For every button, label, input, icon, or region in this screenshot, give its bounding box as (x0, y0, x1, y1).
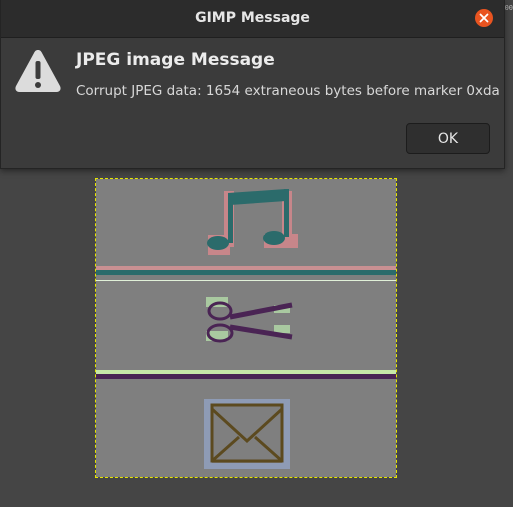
music-note-icon (207, 189, 298, 255)
separator-light (96, 280, 396, 281)
scissors-icon (206, 297, 293, 343)
dialog-titlebar[interactable]: GIMP Message (1, 0, 504, 38)
dialog-title: GIMP Message (195, 10, 310, 26)
separator-green (96, 370, 396, 374)
message-body: Corrupt JPEG data: 1654 extraneous bytes… (76, 83, 500, 99)
separator-pink (96, 266, 396, 270)
close-icon (479, 13, 489, 23)
envelope-icon (204, 399, 290, 469)
ok-button[interactable]: OK (406, 123, 490, 154)
canvas-image (96, 189, 396, 469)
ruler-right-tick: 00 (504, 4, 513, 12)
separator-purple (96, 374, 396, 379)
warning-icon (15, 50, 61, 92)
image-canvas[interactable] (95, 178, 397, 478)
close-button[interactable] (475, 9, 493, 27)
message-dialog: GIMP Message JPEG image Message Corrupt … (0, 0, 505, 169)
separator-teal (96, 270, 396, 275)
message-heading: JPEG image Message (76, 50, 275, 70)
